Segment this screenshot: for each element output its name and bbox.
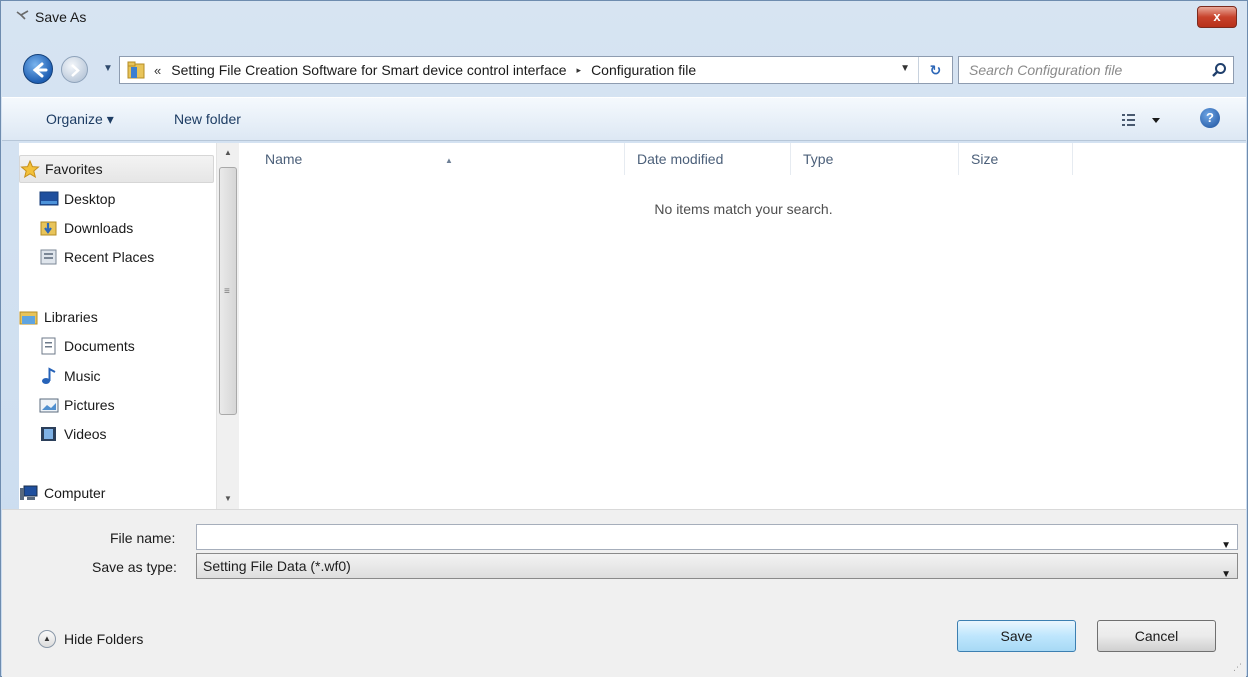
save-as-type-label: Save as type:: [92, 559, 177, 575]
column-header-label: Name: [265, 151, 303, 167]
collapse-up-icon: ▲: [38, 630, 56, 648]
sidebar-item-desktop[interactable]: Desktop: [39, 185, 234, 213]
address-dropdown-icon[interactable]: ▼: [900, 63, 910, 74]
forward-arrow-icon: [71, 64, 80, 77]
breadcrumb-segment[interactable]: Setting File Creation Software for Smart…: [171, 62, 566, 78]
scroll-up-arrow-icon[interactable]: ▲: [217, 143, 239, 163]
title-bar: Save As x: [1, 1, 1247, 35]
forward-button[interactable]: [61, 56, 88, 83]
change-view-icon[interactable]: [1120, 111, 1162, 129]
address-overflow-chevron[interactable]: «: [154, 63, 161, 78]
recent-places-icon: [40, 249, 57, 265]
sidebar-item-label: Documents: [64, 338, 135, 354]
cancel-button[interactable]: Cancel: [1097, 620, 1216, 652]
resize-grip-icon[interactable]: ⋰: [1233, 662, 1242, 673]
save-form: File name: ▼ Save as type: Setting File …: [2, 509, 1246, 677]
libraries-icon: [19, 311, 38, 325]
column-header-date-modified[interactable]: Date modified: [625, 143, 791, 175]
back-arrow-icon: [32, 62, 48, 78]
breadcrumb-segment-current[interactable]: Configuration file: [591, 62, 696, 78]
documents-icon: [41, 337, 56, 355]
column-header-type[interactable]: Type: [791, 143, 959, 175]
scroll-down-arrow-icon[interactable]: ▼: [217, 489, 239, 509]
column-header-name[interactable]: Name ▲: [253, 143, 625, 175]
sidebar-item-label: Music: [64, 368, 101, 384]
music-icon: [42, 367, 56, 384]
scrollbar-thumb[interactable]: ≡: [219, 167, 237, 415]
breadcrumb-separator-icon[interactable]: ▸: [577, 65, 582, 76]
chevron-down-icon[interactable]: ▼: [1221, 563, 1231, 587]
desktop-icon: [39, 191, 59, 206]
sidebar-item-label: Recent Places: [64, 249, 155, 265]
sidebar-item-libraries[interactable]: Libraries: [19, 303, 214, 331]
file-name-label: File name:: [110, 530, 176, 546]
file-list[interactable]: Name ▲ Date modified Type Size No items …: [241, 143, 1246, 509]
sidebar-item-favorites[interactable]: Favorites: [19, 155, 214, 183]
address-bar[interactable]: « Setting File Creation Software for Sma…: [119, 56, 953, 84]
scroll-grip-icon: ≡: [224, 286, 230, 297]
command-toolbar: Organize ▾ New folder ?: [2, 97, 1246, 141]
save-as-type-select[interactable]: Setting File Data (*.wf0) ▼: [196, 553, 1238, 580]
computer-icon: [20, 485, 38, 500]
column-header-size[interactable]: Size: [959, 143, 1073, 175]
sidebar-item-label: Videos: [64, 426, 107, 442]
empty-list-message: No items match your search.: [654, 201, 833, 217]
navigation-pane: Favorites Desktop Downloads Recent Place…: [19, 143, 241, 509]
sidebar-item-label: Downloads: [64, 220, 134, 236]
app-icon: [15, 9, 31, 23]
hide-folders-label: Hide Folders: [64, 631, 144, 647]
refresh-icon[interactable]: ↻: [918, 57, 952, 83]
organize-menu-button[interactable]: Organize ▾: [46, 111, 114, 128]
close-button[interactable]: x: [1197, 6, 1237, 28]
videos-icon: [41, 427, 56, 441]
window-title: Save As: [35, 9, 87, 25]
sidebar-item-videos[interactable]: Videos: [39, 420, 234, 448]
sidebar-item-computer[interactable]: Computer: [19, 479, 214, 507]
sidebar-item-label: Desktop: [64, 191, 116, 207]
navigation-scrollbar[interactable]: ▲ ≡ ▼: [216, 143, 239, 509]
search-input[interactable]: Search Configuration file: [958, 56, 1234, 84]
sidebar-item-label: Libraries: [44, 309, 98, 325]
sidebar-item-recent-places[interactable]: Recent Places: [39, 243, 234, 271]
sidebar-item-label: Favorites: [45, 161, 103, 177]
search-placeholder: Search Configuration file: [969, 62, 1123, 78]
hide-folders-button[interactable]: ▲ Hide Folders: [38, 630, 143, 648]
star-icon: [20, 160, 40, 178]
downloads-folder-icon: [40, 221, 57, 236]
file-name-input[interactable]: ▼: [196, 524, 1238, 551]
save-button[interactable]: Save: [957, 620, 1076, 652]
recent-pages-dropdown[interactable]: ▼: [100, 61, 116, 77]
new-folder-button[interactable]: New folder: [174, 111, 241, 127]
save-as-type-value: Setting File Data (*.wf0): [203, 558, 351, 574]
folder-icon: [127, 61, 145, 79]
sidebar-item-documents[interactable]: Documents: [39, 332, 234, 360]
search-icon[interactable]: [1211, 62, 1227, 78]
sidebar-item-downloads[interactable]: Downloads: [39, 214, 234, 242]
sort-ascending-icon: ▲: [445, 156, 453, 165]
pictures-icon: [39, 398, 59, 413]
back-button[interactable]: [23, 54, 53, 84]
help-button[interactable]: ?: [1200, 108, 1220, 128]
sidebar-item-label: Computer: [44, 485, 106, 501]
save-as-dialog: Save As x ▼ « Setting File Creation Soft…: [0, 0, 1248, 677]
sidebar-item-pictures[interactable]: Pictures: [39, 391, 234, 419]
sidebar-item-music[interactable]: Music: [39, 362, 234, 390]
sidebar-item-label: Pictures: [64, 397, 115, 413]
